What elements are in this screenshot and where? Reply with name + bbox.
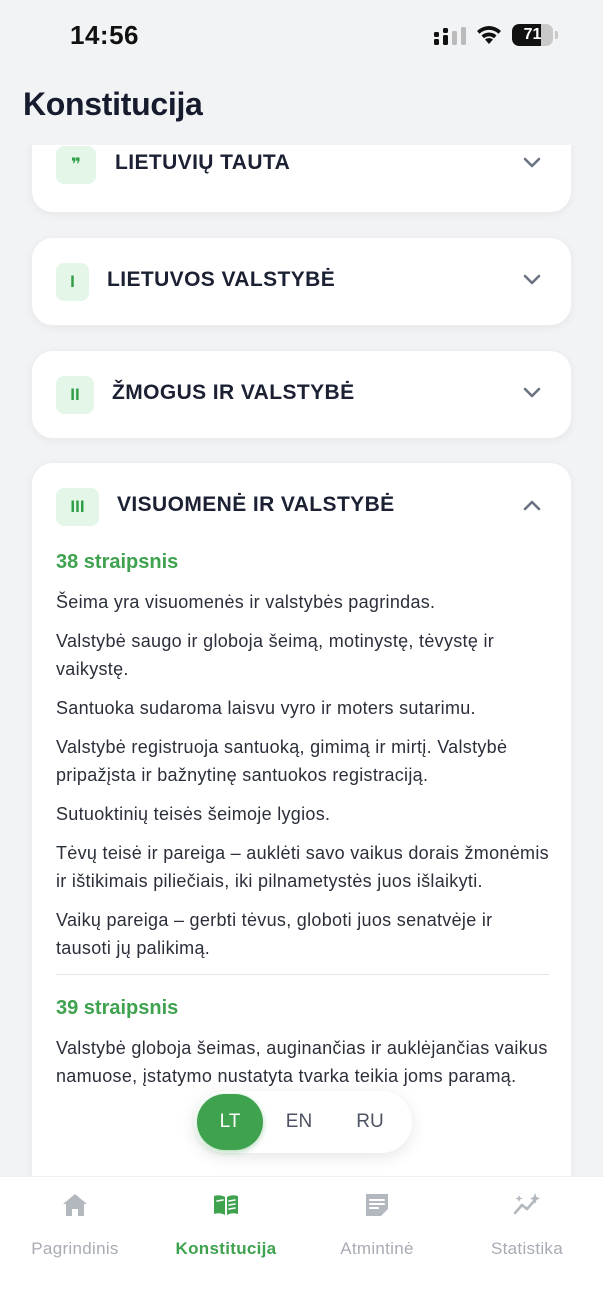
status-time: 14:56 — [70, 20, 139, 50]
article-paragraph: Valstybė registruoja santuoką, gimimą ir… — [56, 737, 508, 785]
tab-atmintine[interactable]: Atmintinė — [302, 1191, 452, 1261]
section-title: VISUOMENĖ IR VALSTYBĖ — [117, 493, 395, 516]
battery-indicator: 71 — [512, 24, 558, 46]
home-icon — [63, 1194, 87, 1216]
article-paragraph: Vaikų pareiga – gerbti tėvus, globoti ju… — [56, 910, 493, 958]
article-paragraph: Santuoka sudaroma laisvu vyro ir moters … — [56, 698, 476, 718]
page-title: Konstitucija — [23, 86, 203, 122]
tab-pagrindinis[interactable]: Pagrindinis — [0, 1191, 150, 1261]
status-bar: 14:56 71 — [0, 0, 603, 72]
section-header-i[interactable]: I LIETUVOS VALSTYBĖ — [32, 238, 573, 326]
tab-statistika[interactable]: Statistika — [452, 1191, 602, 1261]
article-39: 39 straipsnis Valstybė globoja šeimas, a… — [56, 997, 549, 1090]
constitution-sections-list[interactable]: ❞ LIETUVIŲ TAUTA I LIETUVOS VALSTYBĖ II … — [0, 145, 603, 1176]
section-card-i[interactable]: I LIETUVOS VALSTYBĖ — [31, 237, 572, 326]
section-number-badge: II — [56, 376, 94, 414]
tab-label: Statistika — [491, 1239, 563, 1258]
section-title: LIETUVOS VALSTYBĖ — [107, 268, 336, 291]
language-option-lt[interactable]: LT — [197, 1094, 263, 1150]
section-title: LIETUVIŲ TAUTA — [115, 151, 291, 174]
battery-percentage: 71 — [523, 26, 542, 43]
language-option-ru[interactable]: RU — [337, 1094, 403, 1150]
chevron-down-icon — [523, 157, 541, 168]
article-divider — [56, 974, 549, 975]
wifi-icon — [477, 26, 501, 44]
section-header-preamble[interactable]: ❞ LIETUVIŲ TAUTA — [32, 145, 573, 209]
note-icon — [366, 1194, 388, 1216]
cellular-signal-icon — [434, 27, 466, 45]
sparkle-chart-icon — [513, 1193, 540, 1215]
section-header-iii[interactable]: III VISUOMENĖ IR VALSTYBĖ — [32, 463, 573, 551]
article-paragraph: Šeima yra visuomenės ir valstybės pagrin… — [56, 592, 436, 612]
section-number-badge: III — [56, 488, 99, 526]
quote-badge-icon: ❞ — [56, 146, 96, 184]
tab-label: Atmintinė — [340, 1239, 414, 1258]
language-option-en[interactable]: EN — [266, 1094, 332, 1150]
chevron-down-icon — [523, 274, 541, 285]
tab-konstitucija[interactable]: Konstitucija — [151, 1191, 301, 1261]
section-number-badge: I — [56, 263, 89, 301]
article-paragraph: Valstybė saugo ir globoja šeimą, motinys… — [56, 631, 495, 679]
language-switcher: LT EN RU — [194, 1091, 412, 1153]
section-card-ii[interactable]: II ŽMOGUS IR VALSTYBĖ — [31, 350, 572, 439]
article-paragraph: Tėvų teisė ir pareiga – auklėti savo vai… — [56, 843, 549, 891]
article-number: 39 straipsnis — [56, 997, 179, 1019]
chevron-up-icon — [523, 500, 541, 511]
section-header-ii[interactable]: II ŽMOGUS IR VALSTYBĖ — [32, 351, 573, 439]
tab-label: Konstitucija — [175, 1239, 277, 1258]
article-number: 38 straipsnis — [56, 551, 179, 573]
chevron-down-icon — [523, 387, 541, 398]
section-card-preamble[interactable]: ❞ LIETUVIŲ TAUTA — [31, 145, 572, 213]
open-book-icon — [214, 1195, 238, 1215]
tab-label: Pagrindinis — [31, 1239, 119, 1258]
section-card-iii[interactable]: III VISUOMENĖ IR VALSTYBĖ 38 straipsnis … — [31, 462, 572, 1176]
article-paragraph: Sutuoktinių teisės šeimoje lygios. — [56, 804, 331, 824]
articles-list: 38 straipsnis Šeima yra visuomenės ir va… — [56, 551, 549, 1101]
article-38: 38 straipsnis Šeima yra visuomenės ir va… — [56, 551, 549, 962]
article-paragraph: Valstybė globoja šeimas, auginančias ir … — [56, 1038, 548, 1086]
bottom-tab-bar: Pagrindinis Konstitucija Atmintinė Stati… — [0, 1176, 603, 1304]
section-title: ŽMOGUS IR VALSTYBĖ — [112, 381, 355, 404]
